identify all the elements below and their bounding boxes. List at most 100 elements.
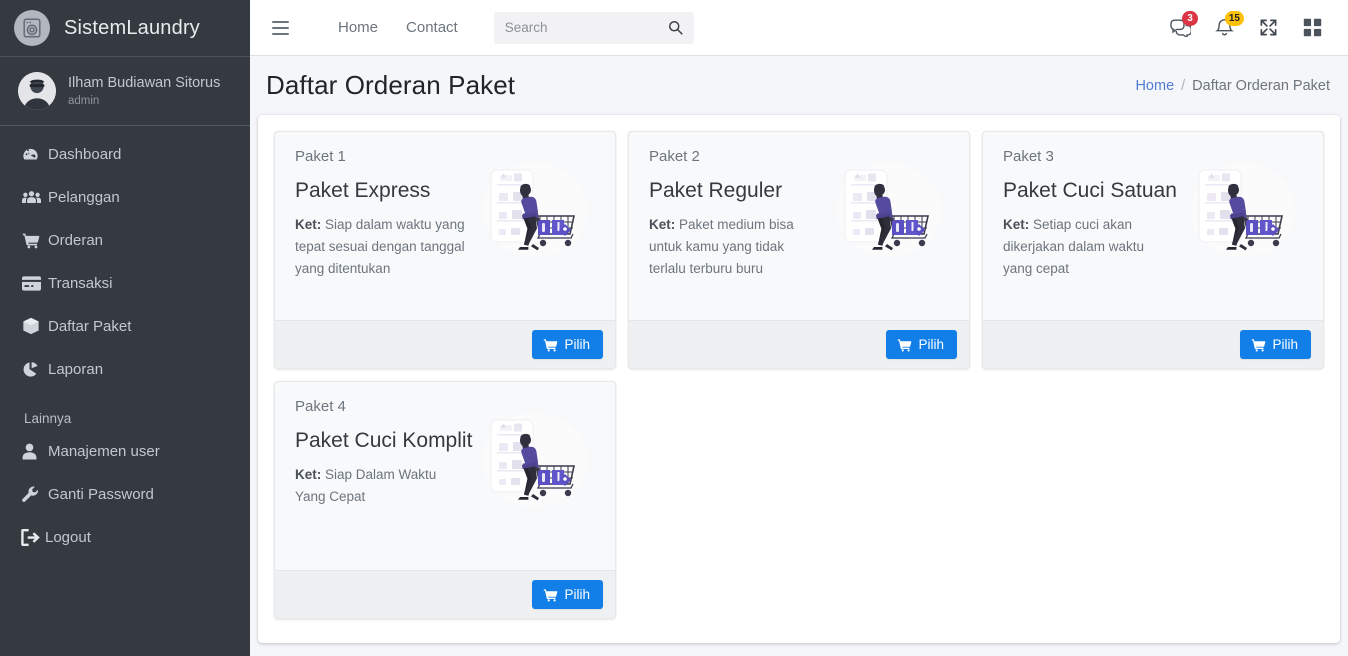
sidebar-item-label: Manajemen user xyxy=(48,442,160,460)
sidebar: SistemLaundry Ilham Budiawan Sitorus adm… xyxy=(0,0,250,656)
washing-machine-icon xyxy=(14,10,50,46)
sidebar-item-label: Orderan xyxy=(48,231,104,249)
navbar-link-contact[interactable]: Contact xyxy=(392,19,472,36)
shopping-cart-illustration xyxy=(1190,163,1295,257)
shopping-cart-icon xyxy=(22,232,48,249)
bell-badge: 15 xyxy=(1224,10,1244,26)
shopping-cart-icon xyxy=(897,338,912,352)
expand-arrows-icon[interactable] xyxy=(1248,8,1288,48)
sidebar-nav: Dashboard Pelanggan Orderan Transaksi Da… xyxy=(0,126,250,554)
chart-pie-icon xyxy=(22,361,48,378)
breadcrumb: Home / Daftar Orderan Paket xyxy=(1135,78,1332,94)
package-number: Paket 4 xyxy=(295,398,346,415)
package-card-body: Paket 2 Paket Reguler Ket: Paket medium … xyxy=(629,132,969,320)
package-name: Paket Cuci Komplit xyxy=(295,429,473,452)
sidebar-item-label: Dashboard xyxy=(48,145,122,163)
sidebar-item-orderan[interactable]: Orderan xyxy=(8,223,242,257)
box-icon xyxy=(22,317,48,335)
user-role: admin xyxy=(68,94,100,107)
bell-icon[interactable]: 15 xyxy=(1204,8,1244,48)
package-description: Ket: Siap dalam waktu yang tepat sesuai … xyxy=(295,214,469,280)
breadcrumb-home[interactable]: Home xyxy=(1135,78,1174,94)
packages-panel: Paket 1 Paket Express Ket: Siap dalam wa… xyxy=(258,115,1340,643)
navbar-actions: 3 15 xyxy=(1160,8,1332,48)
sidebar-item-daftar-paket[interactable]: Daftar Paket xyxy=(8,309,242,343)
package-card-body: Paket 3 Paket Cuci Satuan Ket: Setiap cu… xyxy=(983,132,1323,320)
package-ket-label: Ket: xyxy=(648,217,676,232)
package-card: Paket 2 Paket Reguler Ket: Paket medium … xyxy=(627,131,970,369)
shopping-cart-illustration xyxy=(836,163,941,257)
package-number: Paket 3 xyxy=(1002,148,1054,165)
package-number: Paket 1 xyxy=(295,148,346,165)
package-description: Ket: Siap Dalam Waktu Yang Cepat xyxy=(295,464,469,508)
shopping-cart-icon xyxy=(543,338,558,352)
sidebar-item-label: Daftar Paket xyxy=(48,317,132,335)
package-ket-label: Ket: xyxy=(295,217,322,232)
package-col: Paket 2 Paket Reguler Ket: Paket medium … xyxy=(622,131,976,381)
shopping-cart-illustration xyxy=(482,163,587,257)
package-card-footer: Pilih xyxy=(275,570,615,618)
search-container xyxy=(493,11,694,44)
top-navbar: Home Contact 3 xyxy=(250,0,1348,56)
wrench-icon xyxy=(22,486,48,503)
package-ket-label: Ket: xyxy=(295,467,322,482)
sidebar-item-logout[interactable]: Logout xyxy=(8,520,242,554)
package-card: Paket 3 Paket Cuci Satuan Ket: Setiap cu… xyxy=(981,131,1324,369)
breadcrumb-current: Daftar Orderan Paket xyxy=(1192,77,1330,94)
package-col: Paket 3 Paket Cuci Satuan Ket: Setiap cu… xyxy=(976,131,1330,381)
sidebar-item-dashboard[interactable]: Dashboard xyxy=(8,137,242,171)
package-card-footer: Pilih xyxy=(982,320,1323,368)
comments-icon[interactable]: 3 xyxy=(1160,8,1200,48)
pilih-button-label: Pilih xyxy=(918,337,944,352)
sidebar-section-header: Lainnya xyxy=(24,411,72,426)
sidebar-item-label: Transaksi xyxy=(48,274,113,292)
package-card-body: Paket 1 Paket Express Ket: Siap dalam wa… xyxy=(275,132,615,320)
th-large-icon[interactable] xyxy=(1292,8,1332,48)
user-panel[interactable]: Ilham Budiawan Sitorus admin xyxy=(0,57,250,126)
sidebar-item-label: Laporan xyxy=(48,360,104,378)
sidebar-item-laporan[interactable]: Laporan xyxy=(8,352,242,386)
sidebar-item-label: Ganti Password xyxy=(48,485,154,503)
main-area: Home Contact 3 xyxy=(250,0,1348,656)
package-ket-text: Siap dalam waktu yang tepat sesuai denga… xyxy=(295,217,465,276)
hamburger-icon[interactable] xyxy=(268,13,298,43)
pilih-button[interactable]: Pilih xyxy=(532,330,603,359)
brand-header[interactable]: SistemLaundry xyxy=(0,0,250,57)
package-name: Paket Cuci Satuan xyxy=(1002,179,1177,202)
content-area: Paket 1 Paket Express Ket: Siap dalam wa… xyxy=(250,107,1348,656)
package-card-footer: Pilih xyxy=(275,320,615,368)
sidebar-item-label: Pelanggan xyxy=(48,188,120,206)
package-name: Paket Express xyxy=(295,179,431,202)
content-header: Daftar Orderan Paket Home / Daftar Order… xyxy=(250,56,1348,107)
pilih-button[interactable]: Pilih xyxy=(1240,330,1311,359)
pilih-button[interactable]: Pilih xyxy=(532,580,603,609)
tachometer-icon xyxy=(22,146,48,163)
search-input[interactable] xyxy=(504,20,663,35)
package-card: Paket 4 Paket Cuci Komplit Ket: Siap Dal… xyxy=(274,381,616,619)
package-card: Paket 1 Paket Express Ket: Siap dalam wa… xyxy=(274,131,616,369)
search-icon[interactable] xyxy=(663,15,689,41)
navbar-link-home[interactable]: Home xyxy=(324,19,392,36)
sidebar-item-ganti-password[interactable]: Ganti Password xyxy=(8,477,242,511)
comments-badge: 3 xyxy=(1182,10,1198,26)
avatar xyxy=(18,72,56,110)
page-title: Daftar Orderan Paket xyxy=(266,70,516,100)
package-ket-label: Ket: xyxy=(1002,217,1030,232)
package-col: Paket 4 Paket Cuci Komplit Ket: Siap Dal… xyxy=(268,381,622,631)
sidebar-item-manajemen-user[interactable]: Manajemen user xyxy=(8,434,242,468)
credit-card-icon xyxy=(22,275,48,291)
users-icon xyxy=(22,189,48,206)
shopping-cart-icon xyxy=(543,588,558,602)
sidebar-item-transaksi[interactable]: Transaksi xyxy=(8,266,242,300)
pilih-button-label: Pilih xyxy=(1272,337,1298,352)
sidebar-item-label: Logout xyxy=(45,528,91,546)
sidebar-item-pelanggan[interactable]: Pelanggan xyxy=(8,180,242,214)
brand-title: SistemLaundry xyxy=(64,16,200,39)
pilih-button[interactable]: Pilih xyxy=(886,330,957,359)
package-card-body: Paket 4 Paket Cuci Komplit Ket: Siap Dal… xyxy=(275,382,615,570)
package-description: Ket: Setiap cuci akan dikerjakan dalam w… xyxy=(1003,214,1177,280)
package-number: Paket 2 xyxy=(648,148,700,165)
user-icon xyxy=(22,443,48,460)
pilih-button-label: Pilih xyxy=(564,587,590,602)
